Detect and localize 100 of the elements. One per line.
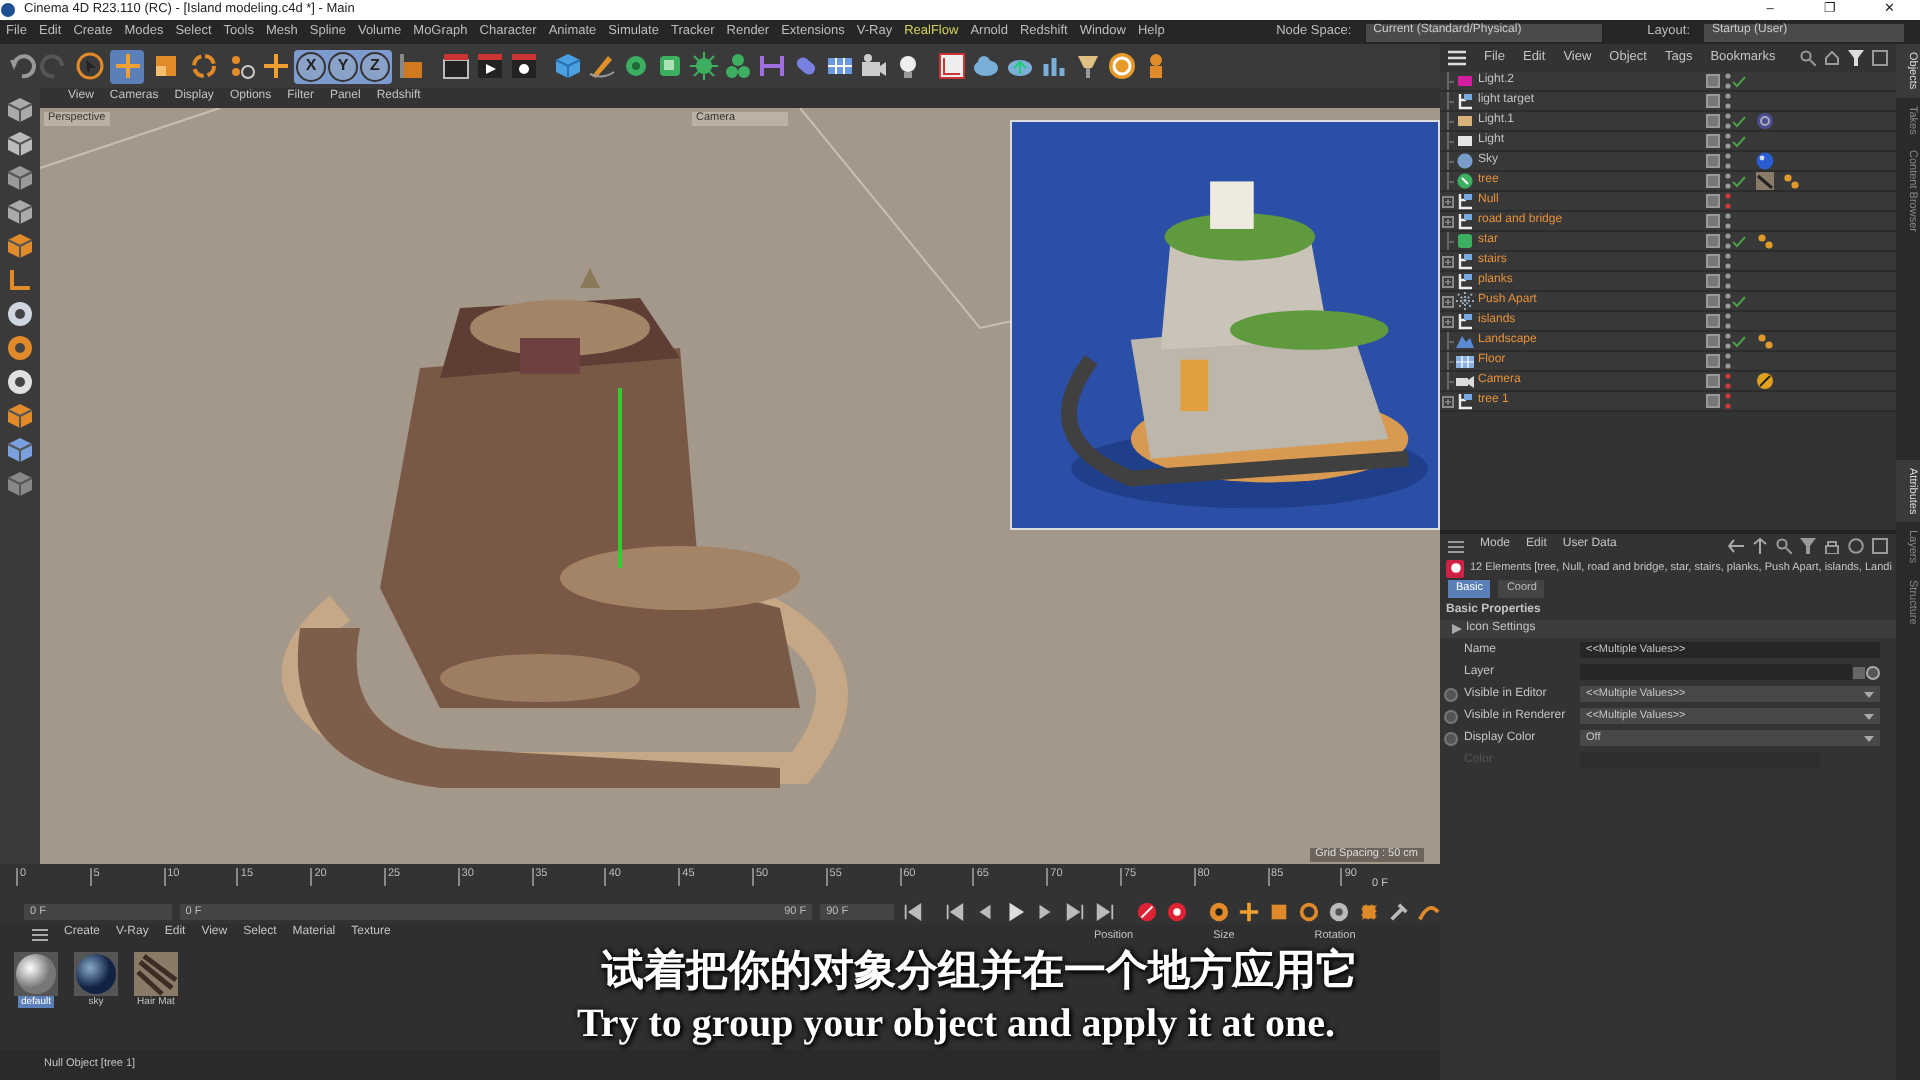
visibility-dots-icon[interactable] [1724, 92, 1732, 110]
camera-icon[interactable] [860, 52, 888, 80]
light-bulb-icon[interactable] [894, 52, 922, 80]
checkmark-icon[interactable] [1732, 235, 1746, 247]
render-settings-icon[interactable] [938, 52, 966, 80]
tool-button[interactable] [72, 49, 106, 83]
expand-box-icon[interactable] [1442, 255, 1454, 267]
sphere-material-tag-icon[interactable] [1756, 152, 1774, 170]
axis-lock-button[interactable]: Y [328, 51, 358, 81]
cube-outline-icon[interactable] [6, 232, 34, 260]
material-swatch-icon[interactable] [14, 952, 58, 996]
gear-icon[interactable] [622, 52, 650, 80]
add-icon[interactable] [262, 52, 290, 80]
filter-icon[interactable] [1848, 50, 1864, 66]
rotate-key-icon[interactable] [1298, 900, 1321, 924]
visibility-dots-icon[interactable] [1724, 372, 1732, 390]
parameter-key-icon[interactable] [1328, 900, 1351, 924]
dots-tag-icon[interactable] [1756, 332, 1774, 350]
chart-icon[interactable] [1040, 52, 1068, 80]
hair-material-tag-icon[interactable] [1756, 172, 1774, 190]
curves-icon[interactable] [1417, 900, 1440, 924]
layer-checkbox-icon[interactable] [1706, 314, 1720, 328]
visibility-dots-icon[interactable] [1724, 112, 1732, 130]
filter-icon[interactable] [1800, 538, 1816, 554]
panel-icon[interactable] [1872, 50, 1888, 66]
tool-button[interactable] [110, 49, 144, 83]
back-arrow-icon[interactable] [1728, 538, 1744, 554]
expand-box-icon[interactable] [1442, 395, 1454, 407]
visibility-dots-icon[interactable] [1724, 132, 1732, 150]
checkmark-icon[interactable] [1732, 175, 1746, 187]
point-level-icon[interactable] [1358, 900, 1380, 924]
pen-icon[interactable] [588, 52, 616, 80]
tool-button[interactable] [186, 49, 220, 83]
dots-tag-icon[interactable] [1756, 232, 1774, 250]
expand-box-icon[interactable] [1442, 275, 1454, 287]
layer-checkbox-icon[interactable] [1706, 74, 1720, 88]
visibility-dots-icon[interactable] [1724, 352, 1732, 370]
animation-dot-icon[interactable] [1443, 709, 1457, 724]
animation-dot-icon[interactable] [1443, 731, 1457, 746]
layer-checkbox-icon[interactable] [1706, 114, 1720, 128]
move-key-icon[interactable] [1238, 900, 1261, 924]
visibility-dots-icon[interactable] [1724, 272, 1732, 290]
cube-icon[interactable] [554, 52, 582, 80]
visibility-dots-icon[interactable] [1724, 232, 1732, 250]
layer-checkbox-icon[interactable] [1706, 194, 1720, 208]
layer-checkbox-icon[interactable] [1706, 214, 1720, 228]
cube-outline-icon[interactable] [6, 96, 34, 124]
layer-checkbox-icon[interactable] [1706, 354, 1720, 368]
coordinate-system-icon[interactable] [398, 52, 426, 80]
floor-grid-icon[interactable] [826, 52, 854, 80]
visibility-dots-icon[interactable] [1724, 72, 1732, 90]
material-swatch-icon[interactable] [74, 952, 118, 996]
checkmark-icon[interactable] [1732, 75, 1746, 87]
checkmark-icon[interactable] [1732, 135, 1746, 147]
clapper-gear-icon[interactable] [510, 52, 538, 80]
keyframe-icon[interactable] [1208, 900, 1231, 924]
axis-corner-icon[interactable] [6, 266, 34, 294]
visibility-dots-icon[interactable] [1724, 332, 1732, 350]
layer-checkbox-icon[interactable] [1706, 154, 1720, 168]
play-icon[interactable] [1004, 900, 1027, 924]
search-icon[interactable] [1800, 50, 1816, 66]
end-icon[interactable] [1094, 900, 1117, 924]
layer-checkbox-icon[interactable] [1706, 334, 1720, 348]
layer-checkbox-icon[interactable] [1706, 254, 1720, 268]
expand-box-icon[interactable] [1442, 315, 1454, 327]
visibility-dots-icon[interactable] [1724, 172, 1732, 190]
record-icon[interactable] [1136, 900, 1159, 924]
cloud-icon[interactable] [972, 52, 1000, 80]
visibility-dots-icon[interactable] [1724, 292, 1732, 310]
search-icon[interactable] [1776, 538, 1792, 554]
expand-box-icon[interactable] [1442, 195, 1454, 207]
up-arrow-icon[interactable] [1752, 538, 1768, 554]
axis-lock-button[interactable]: Z [360, 51, 390, 81]
menu-icon[interactable] [1448, 539, 1464, 553]
visibility-dots-icon[interactable] [1724, 192, 1732, 210]
expand-box-icon[interactable] [1442, 215, 1454, 227]
axis-lock-button[interactable]: X [296, 51, 326, 81]
layer-checkbox-icon[interactable] [1706, 274, 1720, 288]
layer-checkbox-icon[interactable] [1706, 174, 1720, 188]
layer-link-field[interactable] [1580, 664, 1852, 681]
animation-dot-icon[interactable] [1443, 687, 1457, 702]
cube-outline-icon[interactable] [6, 198, 34, 226]
visibility-dots-icon[interactable] [1724, 392, 1732, 410]
checkmark-icon[interactable] [1732, 295, 1746, 307]
visibility-dots-icon[interactable] [1724, 312, 1732, 330]
cube-outline-icon[interactable] [6, 164, 34, 192]
sun-icon[interactable] [690, 52, 718, 80]
autokey-icon[interactable] [1166, 900, 1189, 924]
rounded-cube-icon[interactable] [656, 52, 684, 80]
visibility-dots-icon[interactable] [1724, 212, 1732, 230]
clapper-icon[interactable] [442, 52, 470, 80]
collapse-triangle-icon[interactable] [1452, 624, 1462, 635]
undo-icon[interactable] [8, 52, 36, 80]
layer-checkbox-icon[interactable] [1706, 294, 1720, 308]
dots-tag-icon[interactable] [1782, 172, 1800, 190]
layer-checkbox-icon[interactable] [1706, 394, 1720, 408]
expand-box-icon[interactable] [1442, 295, 1454, 307]
layer-checkbox-icon[interactable] [1706, 374, 1720, 388]
lamp-icon[interactable] [1074, 52, 1102, 80]
first-frame-icon[interactable] [944, 900, 967, 924]
